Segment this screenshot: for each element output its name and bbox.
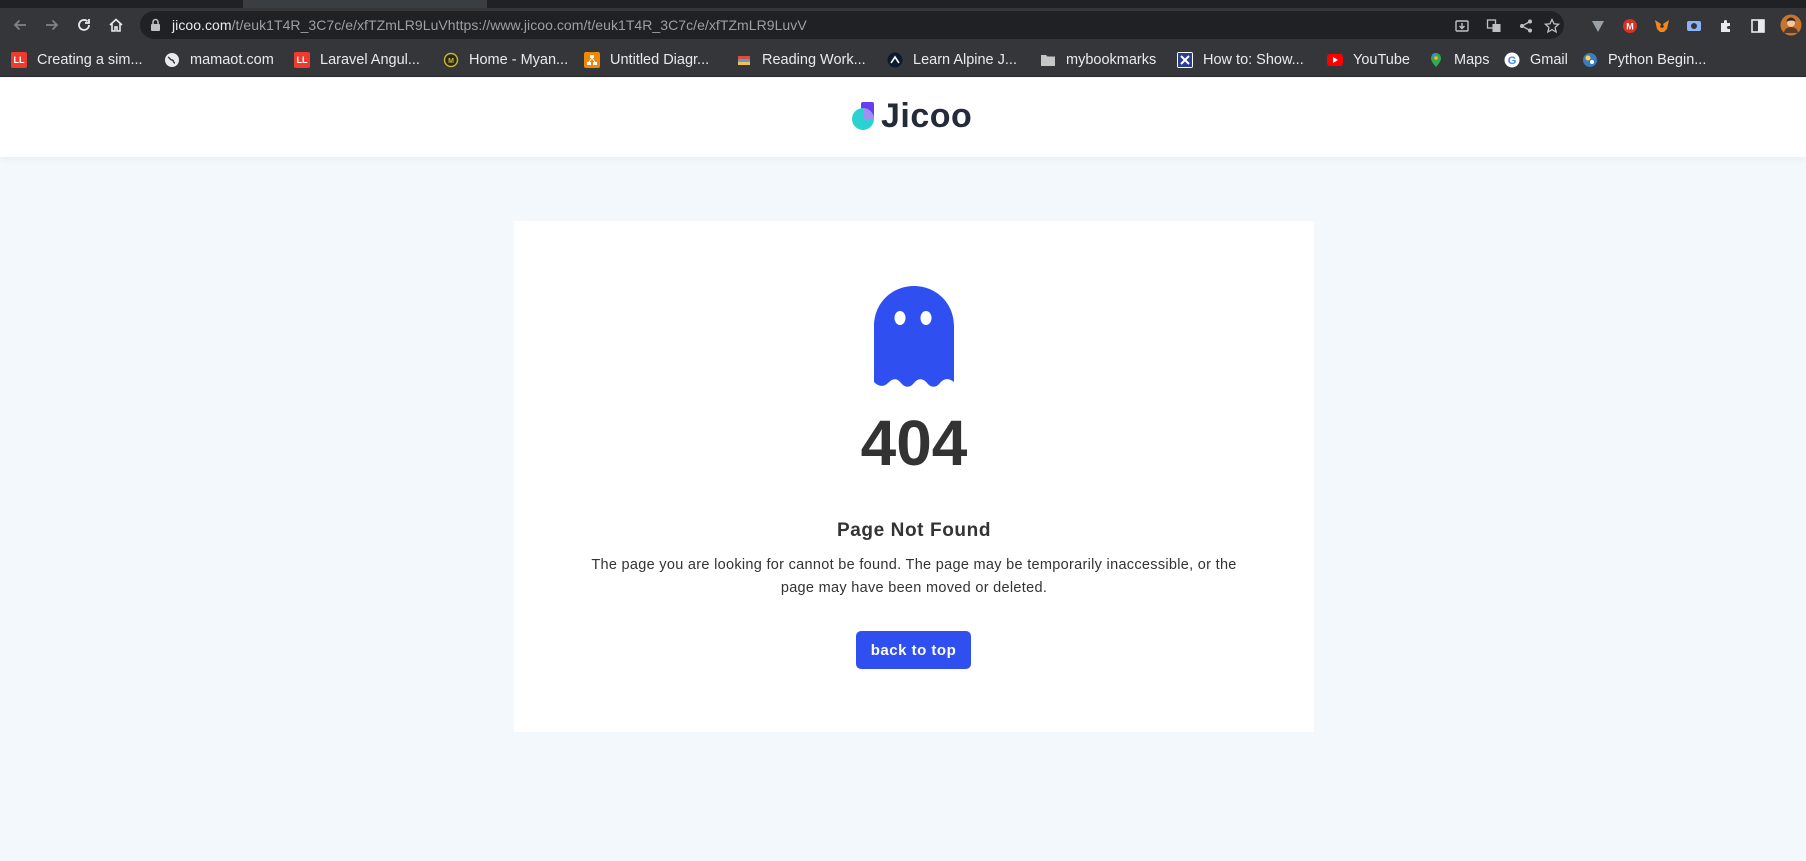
bookmark-label: Gmail <box>1530 52 1568 68</box>
error-code: 404 <box>860 407 968 479</box>
screen-capture-icon[interactable] <box>1684 16 1704 36</box>
back-icon[interactable] <box>7 12 33 38</box>
bookmark-label: YouTube <box>1353 52 1410 68</box>
bookmark-label: mybookmarks <box>1066 52 1157 68</box>
vpn-extension-icon[interactable] <box>1588 16 1608 36</box>
svg-text:M: M <box>448 58 454 65</box>
bookmark-label: Untitled Diagr... <box>610 52 710 68</box>
browser-toolbar: jicoo.com/t/euk1T4R_3C7c/e/xfTZmLR9LuVht… <box>0 8 1806 42</box>
google-icon: G <box>1504 52 1520 68</box>
laravel-icon: LL <box>294 52 310 68</box>
reload-icon[interactable] <box>71 12 97 38</box>
bookmark-item[interactable]: Learn Alpine J... <box>887 50 1017 70</box>
globe-icon <box>164 52 180 68</box>
forward-icon[interactable] <box>39 12 65 38</box>
error-card: 404 Page Not Found The page you are look… <box>514 221 1314 732</box>
site-header: Jicoo <box>0 78 1806 157</box>
active-tab[interactable] <box>243 0 487 8</box>
install-icon[interactable] <box>1453 17 1471 35</box>
url-host: jicoo.com <box>172 17 232 33</box>
bookmark-item[interactable]: YouTube <box>1327 50 1410 70</box>
bookmark-item[interactable]: LL Creating a sim... <box>11 50 143 70</box>
bookmark-label: Maps <box>1454 52 1490 68</box>
bookmark-label: Creating a sim... <box>37 52 143 68</box>
lock-icon[interactable] <box>150 18 161 37</box>
bookmark-item[interactable]: LL Laravel Angul... <box>294 50 420 70</box>
alpine-icon <box>887 52 903 68</box>
maps-icon <box>1428 52 1444 68</box>
jicoo-logo-icon <box>852 102 874 130</box>
svg-text:G: G <box>1508 55 1517 67</box>
side-panel-icon[interactable] <box>1748 16 1768 36</box>
drawio-icon <box>584 52 600 68</box>
bookmark-label: Learn Alpine J... <box>913 52 1017 68</box>
book-icon <box>736 52 752 68</box>
url-text[interactable]: jicoo.com/t/euk1T4R_3C7c/e/xfTZmLR9LuVht… <box>172 17 807 33</box>
logo-text: Jicoo <box>881 96 973 135</box>
bookmark-label: mamaot.com <box>190 52 274 68</box>
ghost-icon <box>874 286 954 387</box>
youtube-icon <box>1327 54 1343 66</box>
url-path: /t/euk1T4R_3C7c/e/xfTZmLR9LuVhttps://www… <box>231 17 807 33</box>
bookmark-folder[interactable]: mybookmarks <box>1040 50 1156 70</box>
laravel-icon: LL <box>11 52 27 68</box>
bookmark-label: Laravel Angul... <box>320 52 420 68</box>
bookmark-item[interactable]: Untitled Diagr... <box>584 50 709 70</box>
python-icon <box>1582 52 1598 68</box>
jicoo-logo[interactable]: Jicoo <box>851 96 973 135</box>
metamask-icon[interactable] <box>1652 16 1672 36</box>
address-bar[interactable]: jicoo.com/t/euk1T4R_3C7c/e/xfTZmLR9LuVht… <box>140 11 1564 39</box>
bookmark-star-icon[interactable] <box>1543 17 1561 35</box>
bookmark-item[interactable]: How to: Show... <box>1177 50 1304 70</box>
bookmark-label: How to: Show... <box>1203 52 1304 68</box>
bookmark-label: Reading Work... <box>762 52 866 68</box>
bookmark-item[interactable]: Python Begin... <box>1582 50 1706 70</box>
profile-avatar[interactable] <box>1780 14 1802 36</box>
bookmark-label: Home - Myan... <box>469 52 569 68</box>
folder-icon <box>1040 52 1056 68</box>
bookmark-item[interactable]: Maps <box>1428 50 1489 70</box>
translate-icon[interactable] <box>1485 17 1503 35</box>
back-to-top-button[interactable]: back to top <box>856 631 971 669</box>
x-icon <box>1177 52 1193 68</box>
error-title: Page Not Found <box>836 520 992 541</box>
bookmark-item[interactable]: mamaot.com <box>164 50 274 70</box>
share-icon[interactable] <box>1517 17 1535 35</box>
extensions-puzzle-icon[interactable] <box>1716 16 1736 36</box>
bookmark-label: Python Begin... <box>1608 52 1707 68</box>
svg-text:M: M <box>1626 22 1634 32</box>
mail-extension-icon[interactable]: M <box>1620 16 1640 36</box>
bookmark-item[interactable]: G Gmail <box>1504 50 1568 70</box>
tab-strip <box>0 0 1806 8</box>
error-description: The page you are looking for cannot be f… <box>591 557 1237 596</box>
bookmark-item[interactable]: M Home - Myan... <box>443 50 568 70</box>
bookmark-item[interactable]: Reading Work... <box>736 50 866 70</box>
site-icon: M <box>443 52 459 68</box>
bookmarks-bar: LL Creating a sim... mamaot.com LL Larav… <box>0 42 1806 77</box>
home-icon[interactable] <box>103 12 129 38</box>
